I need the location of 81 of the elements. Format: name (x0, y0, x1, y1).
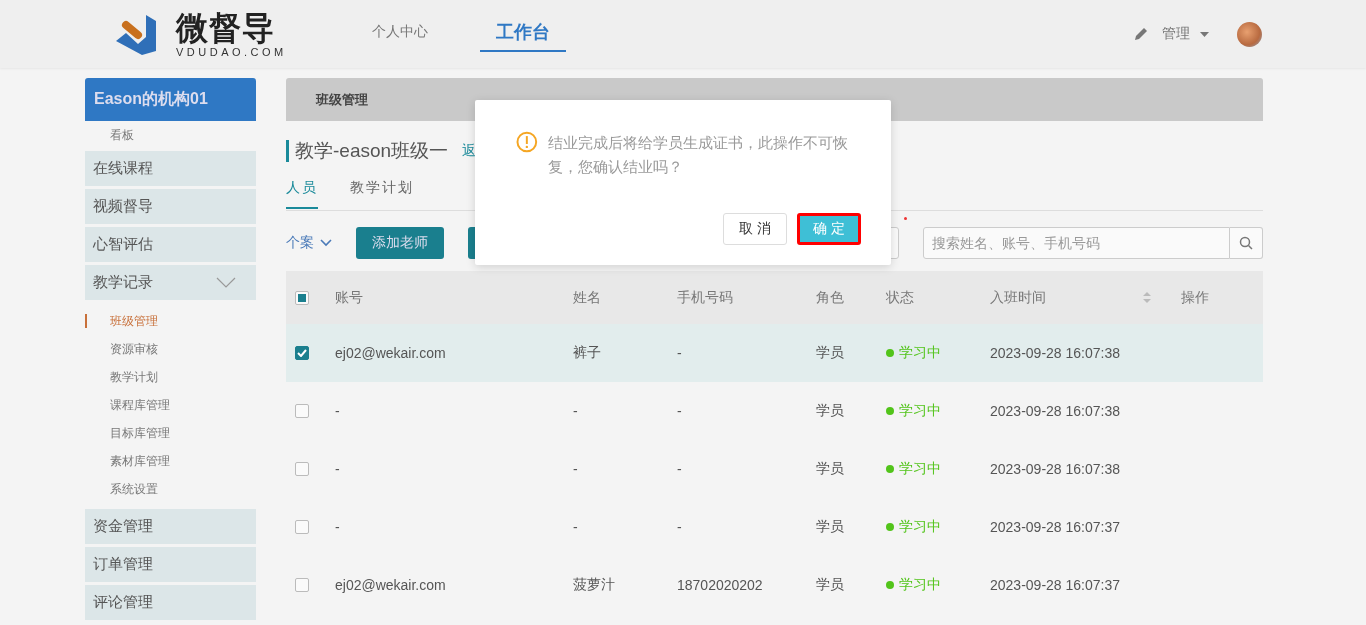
sidebar-item[interactable]: 在线课程 (85, 151, 256, 186)
table-cell-text: - (677, 519, 683, 535)
add-teacher-button[interactable]: 添加老师 (356, 227, 444, 259)
status-text: 学习中 (899, 518, 941, 536)
sidebar-item[interactable]: 资金管理 (85, 509, 256, 544)
column-header: 角色 (816, 288, 845, 307)
column-header: 姓名 (573, 288, 602, 307)
search-icon[interactable] (1230, 227, 1263, 259)
table-cell-text: 学员 (816, 402, 845, 420)
select-all-checkbox[interactable] (295, 290, 309, 305)
column-header: 入班时间 (990, 288, 1046, 307)
table-cell-text: - (335, 403, 341, 419)
tab[interactable]: 教学计划 (350, 177, 414, 209)
sidebar-subitem[interactable]: 看板 (85, 121, 256, 149)
table-cell-text: ej02@wekair.com (335, 577, 447, 593)
table-cell-text: - (335, 519, 341, 535)
sidebar-item[interactable]: 教学记录 (85, 265, 256, 300)
checkbox[interactable] (295, 346, 309, 360)
filter-dropdown[interactable]: 个案 (286, 234, 332, 252)
chevron-icon[interactable] (216, 277, 236, 288)
table-cell-text: - (573, 461, 579, 477)
table-cell-text: 2023-09-28 16:07:38 (990, 345, 1121, 361)
search-field[interactable]: 搜索姓名、账号、手机号码 (923, 227, 1230, 259)
org-title: Eason的机构01 (85, 78, 256, 121)
table-cell-text: 学员 (816, 576, 845, 594)
user-menu[interactable]: 管理 (1162, 25, 1209, 43)
logo-text: 微督导 (176, 10, 276, 46)
table-cell-text: 裤子 (573, 344, 602, 362)
sidebar-subitem[interactable]: 班级管理 (85, 307, 256, 335)
column-header: 账号 (335, 288, 364, 307)
sidebar-subitem[interactable]: 课程库管理 (85, 391, 256, 419)
column-header: 操作 (1181, 288, 1210, 307)
checkbox[interactable] (295, 520, 309, 534)
checkbox[interactable] (295, 578, 309, 592)
table-cell-text: - (573, 519, 579, 535)
table-cell-text: - (573, 403, 579, 419)
class-title: 教学-eason班级一 (286, 140, 449, 162)
table-cell-text: - (335, 461, 341, 477)
pencil-icon[interactable] (1134, 27, 1148, 41)
tab[interactable]: 人员 (286, 177, 318, 209)
table-cell-text: 2023-09-28 16:07:38 (990, 461, 1121, 477)
sidebar-item[interactable]: 订单管理 (85, 547, 256, 582)
chevron-icon[interactable] (320, 239, 332, 247)
checkbox[interactable] (295, 404, 309, 418)
nav-tab[interactable]: 工作台 (480, 14, 566, 52)
table-cell-text: 2023-09-28 16:07:37 (990, 577, 1121, 593)
sidebar-subitem[interactable]: 目标库管理 (85, 419, 256, 447)
table-cell-text: 学员 (816, 344, 845, 362)
table-cell-text: ej02@wekair.com (335, 345, 447, 361)
sidebar-subitem[interactable]: 系统设置 (85, 475, 256, 503)
marker-dot (904, 217, 907, 220)
sidebar-item[interactable]: 评论管理 (85, 585, 256, 620)
status-text: 学习中 (899, 344, 941, 362)
nav-tab[interactable]: 个人中心 (356, 14, 444, 52)
table-cell-text: 菠萝汁 (573, 576, 616, 594)
table-cell-text: 学员 (816, 460, 845, 478)
table-cell-text: - (677, 403, 683, 419)
column-header: 手机号码 (677, 288, 734, 307)
warning-icon (516, 131, 538, 153)
sidebar-item[interactable]: 心智评估 (85, 227, 256, 262)
table-cell-text: 2023-09-28 16:07:38 (990, 403, 1121, 419)
back-link[interactable]: 返 (462, 142, 477, 160)
checkbox[interactable] (295, 462, 309, 476)
sidebar-subitem[interactable]: 资源审核 (85, 335, 256, 363)
logo-domain: VDUDAO.COM (176, 46, 287, 58)
table-cell-text: 18702020202 (677, 577, 764, 593)
column-header: 状态 (886, 288, 915, 307)
table-cell-text: - (677, 461, 683, 477)
table-cell-text: - (677, 345, 683, 361)
table-cell-text: 2023-09-28 16:07:37 (990, 519, 1121, 535)
sidebar-item[interactable]: 视频督导 (85, 189, 256, 224)
caret-icon[interactable] (1200, 31, 1209, 37)
table-cell-text: 学员 (816, 518, 845, 536)
status-text: 学习中 (899, 460, 941, 478)
status-text: 学习中 (899, 402, 941, 420)
sidebar-subitem[interactable]: 素材库管理 (85, 447, 256, 475)
cancel-button[interactable]: 取 消 (723, 213, 787, 245)
dialog-message: 结业完成后将给学员生成证书，此操作不可恢复，您确认结业吗？ (547, 133, 849, 177)
sidebar-subitem[interactable]: 教学计划 (85, 363, 256, 391)
status-text: 学习中 (899, 576, 941, 594)
avatar[interactable] (1237, 21, 1262, 47)
